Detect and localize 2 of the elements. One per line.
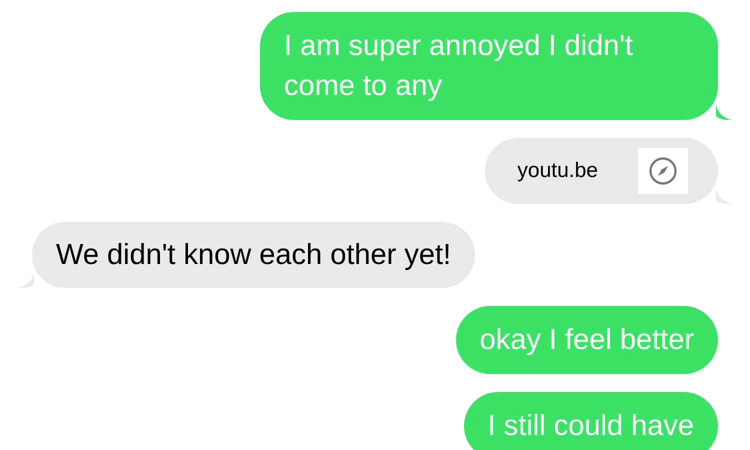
compass-icon — [648, 156, 678, 186]
bubble-tail-icon — [716, 104, 732, 120]
